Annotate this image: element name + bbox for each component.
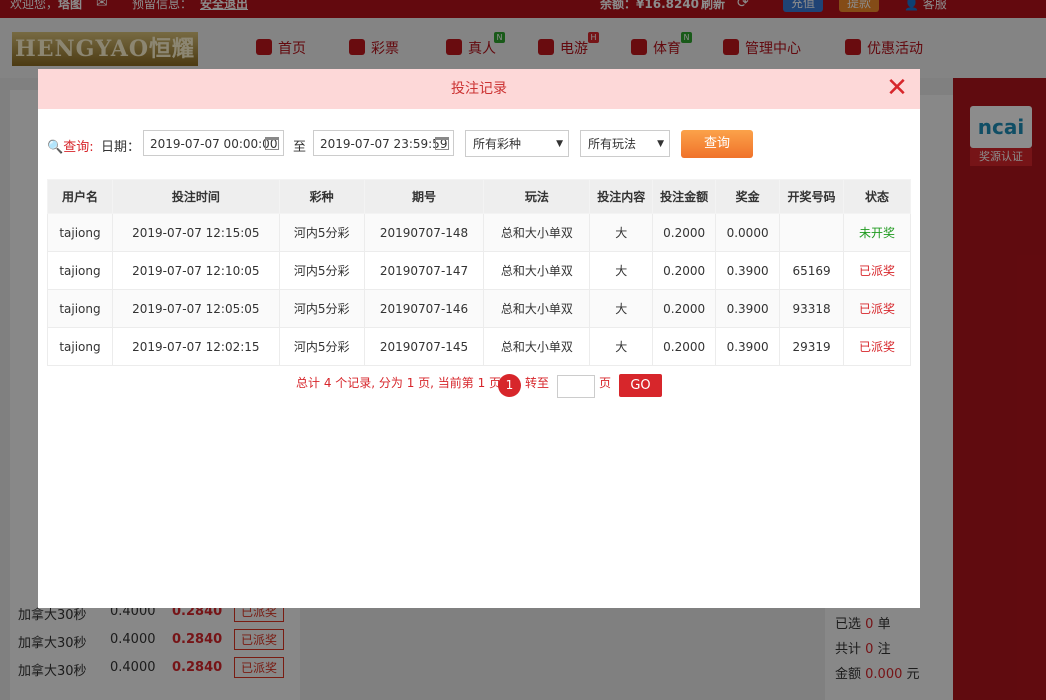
cell-lottery: 河内5分彩 bbox=[278, 289, 365, 328]
column-header: 状态 bbox=[843, 179, 911, 214]
column-header: 期号 bbox=[363, 179, 485, 214]
cell-issue: 20190707-147 bbox=[363, 251, 485, 290]
calendar-icon bbox=[265, 137, 279, 150]
column-header: 玩法 bbox=[483, 179, 591, 214]
cell-prize: 0.0000 bbox=[715, 213, 781, 252]
page-unit-label: 页 bbox=[599, 376, 612, 390]
table-row[interactable]: tajiong 2019-07-07 12:05:05 河内5分彩 20190707-… bbox=[47, 289, 911, 328]
to-label: 至 bbox=[293, 140, 307, 155]
current-page[interactable]: 1 bbox=[498, 374, 521, 397]
start-date-input[interactable]: 2019-07-07 00:00:00 bbox=[143, 130, 284, 156]
table-header-row: 用户名 投注时间 彩种 期号 玩法 投注内容 投注金额 奖金 开奖号码 状态 bbox=[47, 179, 911, 214]
cell-play: 总和大小单双 bbox=[483, 251, 591, 290]
calendar-icon bbox=[435, 137, 449, 150]
column-header: 投注时间 bbox=[111, 179, 280, 214]
cell-time: 2019-07-07 12:15:05 bbox=[111, 213, 280, 252]
cell-time: 2019-07-07 12:10:05 bbox=[111, 251, 280, 290]
table-row[interactable]: tajiong 2019-07-07 12:02:15 河内5分彩 20190707-… bbox=[47, 327, 911, 366]
cell-play: 总和大小单双 bbox=[483, 213, 591, 252]
cell-lottery: 河内5分彩 bbox=[278, 327, 365, 366]
date-label: 日期： bbox=[101, 140, 141, 155]
cell-amount: 0.2000 bbox=[652, 327, 717, 366]
goto-label: 转至 bbox=[525, 376, 550, 390]
modal-header: 投注记录 ✕ bbox=[38, 69, 920, 109]
cell-time: 2019-07-07 12:05:05 bbox=[111, 289, 280, 328]
cell-number bbox=[779, 213, 845, 252]
column-header: 彩种 bbox=[278, 179, 365, 214]
table-row[interactable]: tajiong 2019-07-07 12:15:05 河内5分彩 20190707-… bbox=[47, 213, 911, 252]
end-date-input[interactable]: 2019-07-07 23:59:59 bbox=[313, 130, 454, 156]
cell-issue: 20190707-148 bbox=[363, 213, 485, 252]
cell-status: 已派奖 bbox=[843, 289, 911, 328]
cell-time: 2019-07-07 12:02:15 bbox=[111, 327, 280, 366]
search-icon: 🔍 bbox=[47, 140, 64, 155]
dropdown-arrow-icon: ▼ bbox=[657, 139, 664, 149]
pagination-summary: 总计 4 个记录, 分为 1 页, 当前第 1 页 bbox=[296, 376, 502, 390]
query-button[interactable]: 查询 bbox=[681, 130, 753, 158]
cell-play: 总和大小单双 bbox=[483, 327, 591, 366]
table-row[interactable]: tajiong 2019-07-07 12:10:05 河内5分彩 20190707-… bbox=[47, 251, 911, 290]
column-header: 投注金额 bbox=[652, 179, 717, 214]
cell-content: 大 bbox=[589, 289, 654, 328]
play-type-select[interactable]: 所有玩法 ▼ bbox=[580, 130, 670, 157]
cell-prize: 0.3900 bbox=[715, 289, 781, 328]
cell-number: 65169 bbox=[779, 251, 845, 290]
cell-prize: 0.3900 bbox=[715, 251, 781, 290]
cell-status: 未开奖 bbox=[843, 213, 911, 252]
cell-user: tajiong bbox=[47, 213, 113, 252]
cell-issue: 20190707-146 bbox=[363, 289, 485, 328]
cell-status: 已派奖 bbox=[843, 251, 911, 290]
cell-amount: 0.2000 bbox=[652, 289, 717, 328]
lottery-type-select[interactable]: 所有彩种 ▼ bbox=[465, 130, 569, 157]
close-icon[interactable]: ✕ bbox=[886, 75, 908, 101]
dropdown-arrow-icon: ▼ bbox=[556, 139, 563, 149]
cell-number: 93318 bbox=[779, 289, 845, 328]
cell-lottery: 河内5分彩 bbox=[278, 251, 365, 290]
cell-content: 大 bbox=[589, 213, 654, 252]
go-button[interactable]: GO bbox=[619, 374, 662, 397]
cell-user: tajiong bbox=[47, 251, 113, 290]
cell-user: tajiong bbox=[47, 327, 113, 366]
cell-prize: 0.3900 bbox=[715, 327, 781, 366]
bet-records-modal: 投注记录 ✕ 🔍查询: 日期： 2019-07-07 00:00:00 至 20… bbox=[38, 69, 920, 608]
cell-play: 总和大小单双 bbox=[483, 289, 591, 328]
column-header: 开奖号码 bbox=[779, 179, 845, 214]
query-label: 🔍查询: bbox=[47, 140, 94, 155]
goto-page-input[interactable] bbox=[557, 375, 595, 398]
cell-status: 已派奖 bbox=[843, 327, 911, 366]
column-header: 投注内容 bbox=[589, 179, 654, 214]
cell-content: 大 bbox=[589, 251, 654, 290]
cell-lottery: 河内5分彩 bbox=[278, 213, 365, 252]
cell-amount: 0.2000 bbox=[652, 213, 717, 252]
modal-title: 投注记录 bbox=[451, 81, 507, 97]
column-header: 奖金 bbox=[715, 179, 781, 214]
cell-amount: 0.2000 bbox=[652, 251, 717, 290]
cell-user: tajiong bbox=[47, 289, 113, 328]
column-header: 用户名 bbox=[47, 179, 113, 214]
cell-content: 大 bbox=[589, 327, 654, 366]
bet-records-table: 用户名 投注时间 彩种 期号 玩法 投注内容 投注金额 奖金 开奖号码 状态 tajiong 201… bbox=[47, 179, 911, 366]
cell-issue: 20190707-145 bbox=[363, 327, 485, 366]
cell-number: 29319 bbox=[779, 327, 845, 366]
